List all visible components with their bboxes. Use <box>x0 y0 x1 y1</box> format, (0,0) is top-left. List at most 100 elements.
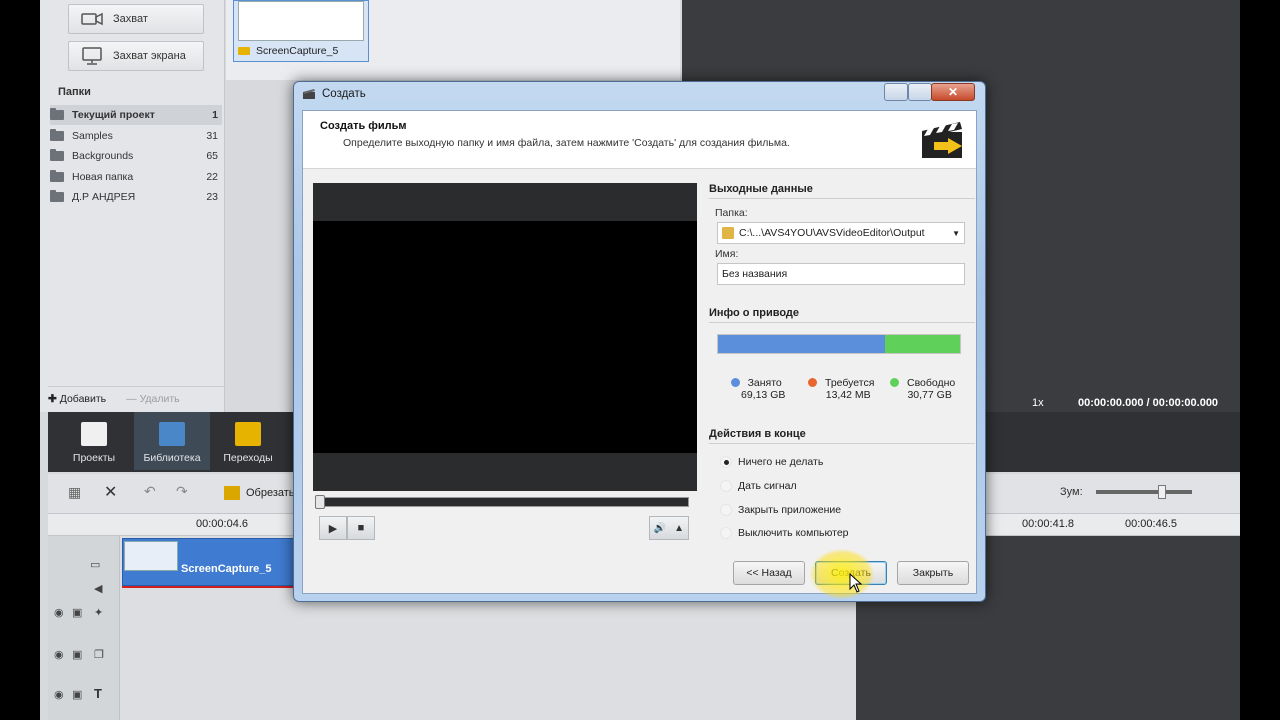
delete-icon[interactable]: ✕ <box>104 482 117 502</box>
screen-capture-label: Захват экрана <box>113 50 186 62</box>
minimize-button[interactable] <box>884 83 908 101</box>
radio-label: Ничего не делать <box>738 456 824 468</box>
seek-bar[interactable] <box>315 497 689 507</box>
folders-title: Папки <box>58 86 91 98</box>
folder-item[interactable]: Новая папка 22 <box>50 167 222 187</box>
audio-icon: ◀ <box>94 583 103 595</box>
folder-label: Папка: <box>715 207 748 219</box>
clapper-icon <box>81 422 107 446</box>
free-value: 30,77 GB <box>907 389 952 401</box>
transitions-icon <box>235 422 261 446</box>
tab-projects[interactable]: Проекты <box>56 412 132 470</box>
timecode: 00:00:00.000 / 00:00:00.000 <box>1078 397 1219 409</box>
folder-count: 23 <box>206 191 218 203</box>
tab-transitions[interactable]: Переходы <box>210 412 286 470</box>
stop-icon: ■ <box>357 522 365 534</box>
redo-icon[interactable]: ↷ <box>176 483 188 500</box>
actions-section-title: Действия в конце <box>709 428 975 444</box>
required-value: 13,42 MB <box>825 389 871 401</box>
file-name-input[interactable]: Без названия <box>717 263 965 285</box>
dialog-titlebar: Создать <box>302 88 366 100</box>
radio-close-app[interactable]: Закрыть приложение <box>720 504 841 516</box>
close-icon: ✕ <box>947 85 959 99</box>
required-label: Требуется <box>825 377 875 389</box>
cursor-highlight <box>810 549 874 599</box>
folder-icon <box>50 190 64 202</box>
disk-usage-bar <box>717 334 961 354</box>
delete-folder-button[interactable]: — Удалить <box>126 393 180 405</box>
dialog-header: Создать фильм Определите выходную папку … <box>303 111 976 169</box>
folder-name: Новая папка <box>72 171 134 183</box>
effects-track-icon: ✦ <box>94 607 104 619</box>
video-preview <box>313 183 697 491</box>
trim-icon <box>224 486 240 500</box>
text-track-icon: T <box>94 686 102 701</box>
trim-button[interactable]: Обрезать <box>224 486 295 500</box>
folder-icon <box>50 149 64 161</box>
dialog-title: Создать <box>322 88 366 100</box>
caret-up-icon: ▲ <box>674 522 685 534</box>
tab-label: Переходы <box>223 452 273 464</box>
folder-count: 1 <box>212 109 218 121</box>
used-dot-icon <box>730 378 740 387</box>
volume-button[interactable]: 🔊 ▲ <box>649 516 689 540</box>
media-item[interactable]: ScreenCapture_5 <box>233 0 369 62</box>
required-dot-icon <box>808 378 817 387</box>
ruler-label: 00:00:04.6 <box>196 518 248 530</box>
folder-icon <box>50 129 64 141</box>
maximize-button[interactable] <box>908 83 932 101</box>
stop-button[interactable]: ■ <box>347 516 375 540</box>
storyboard-icon[interactable]: ▦ <box>68 484 81 501</box>
lock-icon[interactable]: ▣ <box>72 648 82 661</box>
eye-icon[interactable]: ◉ <box>54 606 64 619</box>
library-actions: ✚ Добавить — Удалить <box>48 386 225 410</box>
folder-name: Backgrounds <box>72 150 134 162</box>
tab-library[interactable]: Библиотека <box>134 412 210 470</box>
play-button[interactable]: ▶ <box>319 516 347 540</box>
trim-label: Обрезать <box>246 487 295 499</box>
radio-shutdown[interactable]: Выключить компьютер <box>720 527 849 539</box>
header-title: Создать фильм <box>320 120 407 132</box>
folder-item[interactable]: Samples 31 <box>50 126 222 146</box>
folder-select[interactable]: C:\...\AVS4YOU\AVSVideoEditor\Output ▼ <box>717 222 965 244</box>
folder-item[interactable]: Д.Р АНДРЕЯ 23 <box>50 187 222 207</box>
close-window-button[interactable]: ✕ <box>931 83 975 101</box>
overlay-track-icon: ❐ <box>94 649 104 661</box>
folder-item[interactable]: Текущий проект 1 <box>50 105 222 125</box>
folder-icon <box>50 170 64 182</box>
tab-label: Библиотека <box>143 452 201 464</box>
zoom-slider-handle[interactable] <box>1158 485 1166 499</box>
radio-circle <box>720 527 732 539</box>
plus-icon: ✚ <box>48 392 57 405</box>
radio-signal[interactable]: Дать сигнал <box>720 480 797 492</box>
dialog-body: Создать фильм Определите выходную папку … <box>302 110 977 594</box>
drive-section-title: Инфо о приводе <box>709 307 975 323</box>
zoom-label: Зум: <box>1060 486 1083 498</box>
seek-handle[interactable] <box>315 495 325 509</box>
audio-line <box>122 586 298 588</box>
disk-free-fill <box>884 335 960 353</box>
ruler-label: 00:00:46.5 <box>1125 518 1177 530</box>
zoom-slider[interactable] <box>1096 490 1192 494</box>
folder-count: 31 <box>206 130 218 142</box>
folder-icon <box>50 108 64 120</box>
eye-icon[interactable]: ◉ <box>54 688 64 701</box>
close-button[interactable]: Закрыть <box>897 561 969 585</box>
screen-capture-button[interactable]: Захват экрана <box>68 41 204 71</box>
radio-do-nothing[interactable]: Ничего не делать <box>720 456 823 468</box>
capture-label: Захват <box>113 13 148 25</box>
free-label: Свободно <box>907 377 956 389</box>
lock-icon[interactable]: ▣ <box>72 688 82 701</box>
clapper-icon <box>303 89 315 99</box>
lock-icon[interactable]: ▣ <box>72 606 82 619</box>
timeline-clip[interactable]: ScreenCapture_5 <box>122 538 298 586</box>
undo-icon[interactable]: ↶ <box>144 483 156 500</box>
capture-button[interactable]: Захват <box>68 4 204 34</box>
folder-path: C:\...\AVS4YOU\AVSVideoEditor\Output <box>739 227 925 239</box>
back-button[interactable]: << Назад <box>733 561 805 585</box>
camera-icon <box>81 12 103 26</box>
eye-icon[interactable]: ◉ <box>54 648 64 661</box>
folder-item[interactable]: Backgrounds 65 <box>50 146 222 166</box>
add-folder-button[interactable]: ✚ Добавить <box>48 393 106 405</box>
video-track-icon: ▭ <box>90 559 101 571</box>
